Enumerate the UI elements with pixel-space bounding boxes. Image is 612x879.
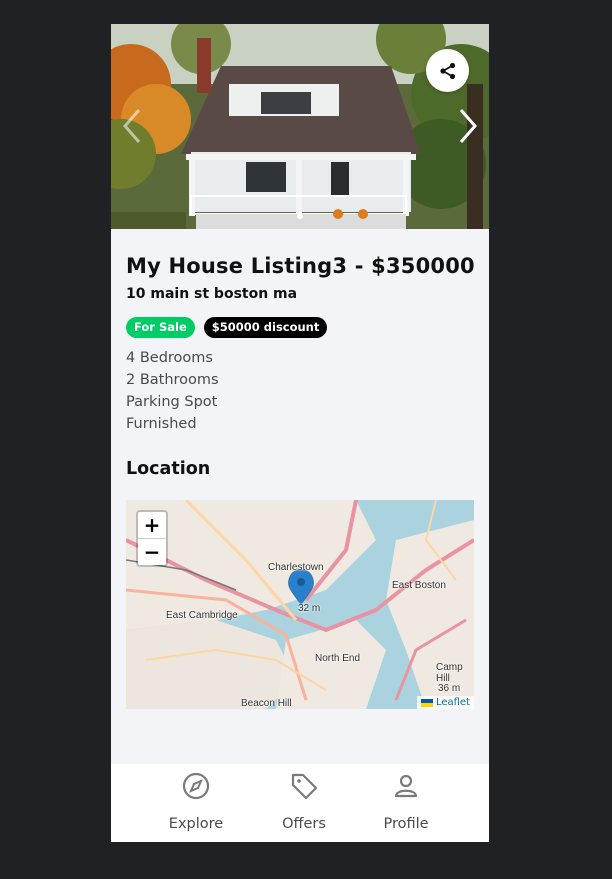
map-label-camp-hill: Camp Hill — [436, 662, 463, 684]
zoom-in-button[interactable]: + — [138, 512, 166, 539]
map-label-elevation-36: 36 m — [438, 683, 461, 694]
bottom-navigation: Explore Offers Profile — [111, 764, 489, 842]
listing-details: My House Listing3 - $350000 10 main st b… — [126, 252, 476, 435]
feature-list: 4 Bedrooms 2 Bathrooms Parking Spot Furn… — [126, 347, 476, 435]
tag-icon — [291, 773, 318, 800]
nav-label-profile: Profile — [383, 816, 429, 832]
map-label-charlestown: Charlestown — [268, 562, 324, 573]
person-icon — [394, 774, 418, 798]
location-heading: Location — [126, 459, 211, 479]
map-label-east-boston: East Boston — [392, 580, 446, 591]
nav-item-offers[interactable]: Offers — [259, 764, 349, 832]
map-attribution-link[interactable]: Leaflet — [416, 696, 474, 709]
nav-item-profile[interactable]: Profile — [361, 764, 451, 832]
nav-label-explore: Explore — [168, 816, 224, 832]
listing-address: 10 main st boston ma — [126, 286, 298, 302]
ukraine-flag-icon — [420, 698, 433, 707]
next-photo-arrow-icon[interactable] — [457, 106, 479, 146]
zoom-out-button[interactable]: − — [138, 539, 166, 565]
previous-photo-arrow-icon[interactable] — [121, 106, 143, 146]
carousel-dot[interactable] — [297, 213, 303, 219]
map-label-north-end: North End — [315, 653, 361, 664]
attribution-label: Leaflet — [435, 697, 470, 708]
feature-bathrooms: 2 Bathrooms — [126, 372, 219, 388]
for-sale-badge: For Sale — [126, 317, 195, 338]
feature-bedrooms: 4 Bedrooms — [126, 350, 213, 366]
listing-badges: For Sale $50000 discount — [126, 317, 476, 338]
listing-screen: My House Listing3 - $350000 10 main st b… — [111, 24, 489, 842]
discount-badge: $50000 discount — [203, 317, 328, 338]
map-label-beacon-hill: Beacon Hill — [241, 698, 292, 709]
map-zoom-control: + − — [136, 510, 168, 567]
listing-title: My House Listing3 - $350000 — [126, 254, 475, 278]
location-map[interactable]: Charlestown East Boston East Cambridge N… — [126, 500, 474, 709]
nav-item-explore[interactable]: Explore — [151, 764, 241, 832]
compass-icon — [182, 772, 210, 800]
share-icon — [439, 62, 455, 79]
listing-photo-carousel[interactable] — [111, 24, 489, 229]
map-label-elevation-32: 32 m — [298, 603, 321, 614]
map-label-east-cambridge: East Cambridge — [166, 610, 238, 621]
nav-label-offers: Offers — [282, 816, 326, 832]
feature-parking: Parking Spot — [126, 394, 218, 410]
share-button[interactable] — [426, 49, 469, 92]
feature-furnished: Furnished — [126, 416, 197, 432]
carousel-pagination — [111, 213, 489, 219]
